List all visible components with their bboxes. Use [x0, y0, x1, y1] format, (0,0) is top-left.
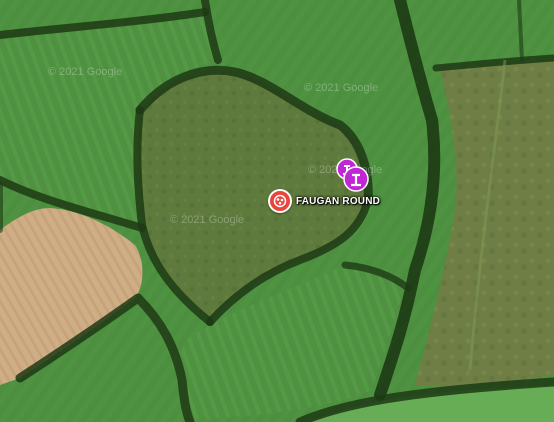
monument-pin[interactable]: [343, 166, 369, 197]
monument-pin-icon: [343, 166, 369, 192]
map-viewport[interactable]: © 2021 Google © 2021 Google © 2021 Googl…: [0, 0, 554, 422]
poi-label[interactable]: FAUGAN ROUND: [296, 196, 380, 207]
poi-marker[interactable]: [268, 189, 292, 213]
historical-site-icon: [273, 194, 287, 208]
